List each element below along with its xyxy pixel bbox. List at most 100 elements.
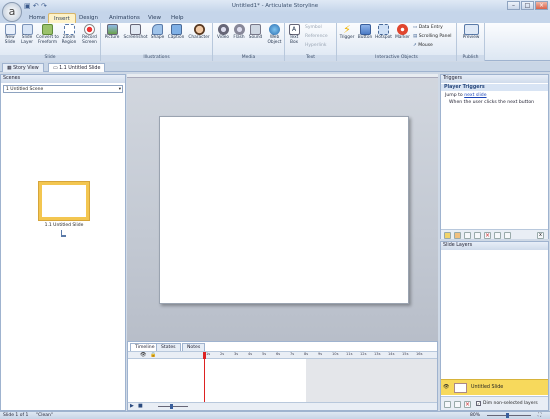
screenshot-button[interactable]: Screenshot: [122, 24, 149, 41]
slide-count: Slide 1 of 1: [3, 413, 29, 418]
delete-trigger-icon[interactable]: ×: [484, 232, 491, 239]
timeline-empty-area: [306, 359, 437, 402]
tab-untitled-slide[interactable]: ▭ 1.1 Untitled Slide: [48, 63, 106, 72]
slide-link-icon: [61, 230, 66, 237]
dim-checkbox[interactable]: ✓: [476, 401, 481, 406]
move-up-icon[interactable]: [494, 232, 501, 239]
preview-button[interactable]: Preview: [459, 24, 483, 41]
shape-button[interactable]: Shape: [149, 24, 166, 41]
tab-design[interactable]: Design: [74, 13, 103, 23]
group-text: A Text Box Symbol Reference Hyperlink Tex…: [285, 23, 337, 61]
video-button[interactable]: Video: [215, 24, 231, 41]
variables-icon[interactable]: x: [537, 232, 544, 239]
base-layer-row[interactable]: 👁 Untitled Slide: [441, 379, 548, 395]
playhead[interactable]: [203, 352, 206, 359]
flash-button[interactable]: Flash: [231, 24, 247, 41]
new-slide-button[interactable]: New Slide: [2, 24, 18, 45]
dim-label: Dim non-selected layers: [483, 401, 538, 406]
trigger-button[interactable]: ⚡ Trigger: [339, 24, 355, 41]
app-menu-button[interactable]: a: [2, 2, 22, 22]
eye-icon[interactable]: 👁: [140, 352, 146, 358]
data-entry-button[interactable]: ▭ Data Entry: [413, 25, 443, 30]
delete-layer-icon[interactable]: ×: [464, 401, 471, 408]
slide-stage[interactable]: [159, 116, 409, 304]
timeline-tick: 7s: [290, 352, 295, 356]
character-button[interactable]: Character: [187, 24, 211, 41]
theme-state: "Clean": [36, 413, 53, 418]
sound-button[interactable]: Sound: [247, 24, 264, 41]
tab-story-view[interactable]: ▦ Story View: [2, 63, 44, 72]
play-icon[interactable]: ▶: [130, 403, 134, 409]
fit-window-icon[interactable]: ⛶: [538, 412, 541, 419]
timeline-tick: 9s: [318, 352, 323, 356]
redo-icon[interactable]: ↷: [41, 2, 47, 10]
marker-button[interactable]: Marker: [394, 24, 411, 41]
document-tabs: ▦ Story View ▭ 1.1 Untitled Slide: [0, 62, 550, 72]
reference-button[interactable]: Reference: [305, 34, 328, 39]
slide-layer-button[interactable]: Slide Layer: [19, 24, 35, 45]
minimize-button[interactable]: –: [507, 1, 520, 10]
tab-notes[interactable]: Notes: [182, 343, 206, 351]
hyperlink-button[interactable]: Hyperlink: [305, 43, 326, 48]
timeline-tick: 1s: [206, 352, 211, 356]
trigger-link[interactable]: next slide: [464, 93, 486, 98]
zoom-region-button[interactable]: Zoom Region: [60, 24, 78, 45]
slide-thumbnail[interactable]: [39, 182, 89, 220]
tab-animations[interactable]: Animations: [104, 13, 145, 23]
trigger-item[interactable]: Jump to next slide: [445, 93, 487, 98]
new-layer-icon[interactable]: [444, 401, 451, 408]
tab-home[interactable]: Home: [24, 13, 50, 23]
record-screen-button[interactable]: Record Screen: [79, 24, 100, 45]
timeline-tick: 15s: [402, 352, 409, 356]
duplicate-layer-icon[interactable]: [454, 401, 461, 408]
symbol-button[interactable]: Symbol: [305, 25, 322, 30]
player-triggers-title: Player Triggers: [441, 84, 548, 91]
caption-button[interactable]: Caption: [166, 24, 186, 41]
hotspot-button[interactable]: Hotspot: [374, 24, 393, 41]
title-bar: Untitled1* - Articulate Storyline ▣ ↶ ↷ …: [0, 0, 550, 12]
zoom-slider-handle[interactable]: [170, 404, 173, 409]
close-button[interactable]: ×: [535, 1, 548, 10]
tab-states[interactable]: States: [156, 343, 181, 351]
scrolling-panel-button[interactable]: ▤ Scrolling Panel: [413, 34, 452, 39]
timeline-tick: 6s: [276, 352, 281, 356]
group-publish: Preview Publish: [457, 23, 485, 61]
lock-icon[interactable]: 🔒: [150, 352, 156, 358]
mouse-button[interactable]: ➚ Mouse: [413, 43, 433, 48]
move-down-icon[interactable]: [504, 232, 511, 239]
group-label-illustrations: Illustrations: [101, 55, 212, 61]
ribbon-tabs: Home Insert Design Animations View Help: [0, 12, 550, 23]
text-box-button[interactable]: A Text Box: [287, 24, 301, 45]
edit-trigger-icon[interactable]: [454, 232, 461, 239]
eye-icon[interactable]: 👁: [443, 384, 449, 390]
group-interactive-objects: ⚡ Trigger Button Hotspot Marker ▭ Data En…: [337, 23, 457, 61]
button-button[interactable]: Button: [356, 24, 374, 41]
paste-trigger-icon[interactable]: [474, 232, 481, 239]
undo-icon[interactable]: ↶: [33, 2, 39, 10]
slide-thumbnail-label: 1.1 Untitled Slide: [44, 223, 84, 228]
tab-help[interactable]: Help: [166, 13, 189, 23]
tab-view[interactable]: View: [143, 13, 166, 23]
scenes-panel: Scenes 1 Untitled Scene ▾ 1.1 Untitled Sl…: [0, 74, 126, 411]
group-label-interactive: Interactive Objects: [337, 55, 456, 61]
new-trigger-icon[interactable]: [444, 232, 451, 239]
canvas-ruler: [127, 74, 438, 78]
picture-button[interactable]: Picture: [103, 24, 121, 41]
tab-insert[interactable]: Insert: [48, 13, 76, 23]
save-icon[interactable]: ▣: [24, 2, 31, 10]
timeline-panel: Timeline States Notes 👁 🔒 1s 2s 3s 4s 5s 6s 7s…: [127, 341, 438, 411]
maximize-button[interactable]: □: [521, 1, 534, 10]
zoom-slider[interactable]: [487, 415, 531, 416]
web-object-button[interactable]: Web Object: [265, 24, 284, 45]
zoom-slider-handle[interactable]: [506, 413, 509, 418]
chevron-down-icon: ▾: [118, 87, 121, 92]
stop-icon[interactable]: ■: [138, 403, 143, 409]
timeline-zoom-slider[interactable]: [158, 406, 188, 407]
status-bar: Slide 1 of 1 "Clean" 80% ⛶: [0, 411, 550, 419]
layers-header: Slide Layers: [441, 242, 548, 250]
scene-select[interactable]: 1 Untitled Scene ▾: [3, 85, 123, 93]
convert-to-freeform-button[interactable]: Convert to Freeform: [36, 24, 59, 45]
triggers-toolbar: × x: [441, 229, 548, 239]
timeline-tick: 5s: [262, 352, 267, 356]
copy-trigger-icon[interactable]: [464, 232, 471, 239]
